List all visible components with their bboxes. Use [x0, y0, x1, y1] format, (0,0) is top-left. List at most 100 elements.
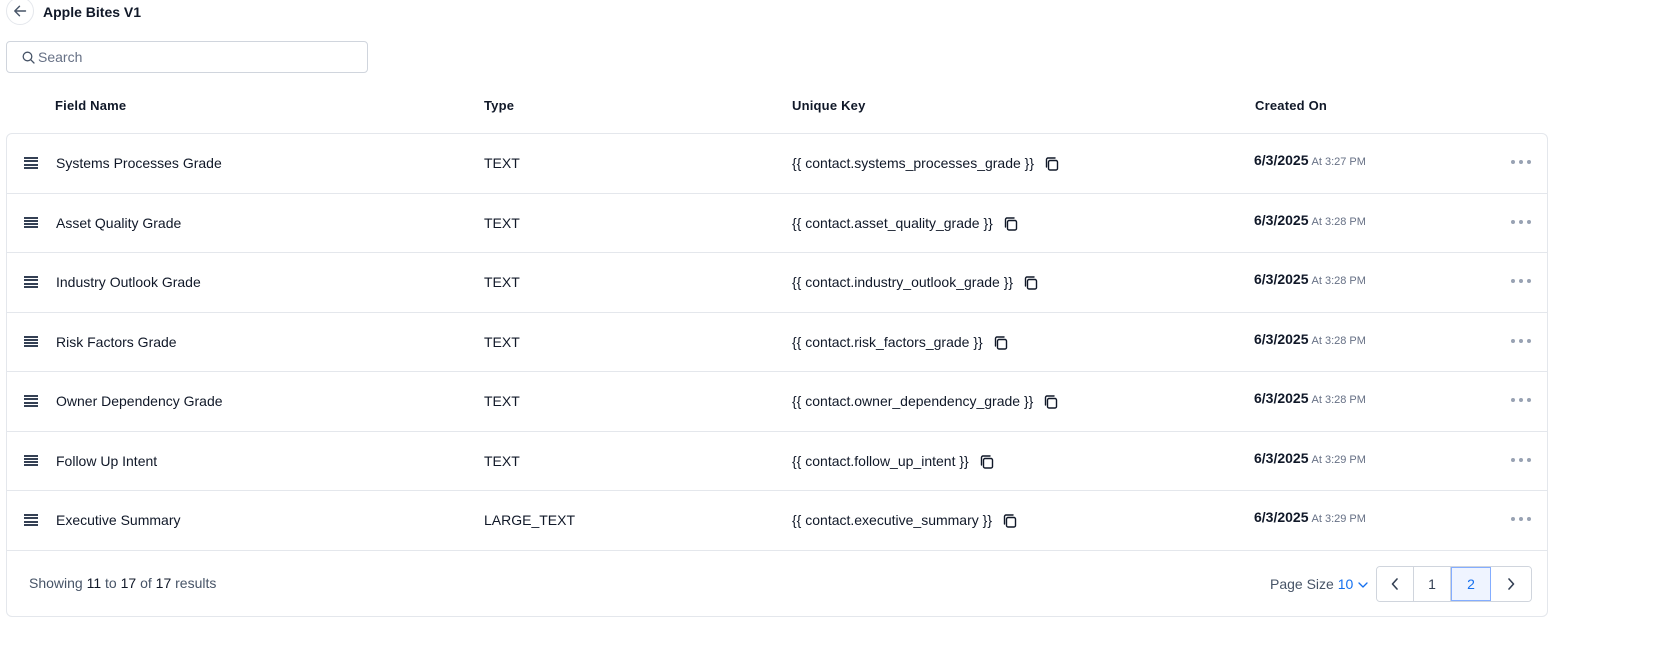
page-size-label: Page Size [1270, 576, 1334, 592]
field-name-cell: Asset Quality Grade [56, 214, 182, 231]
arrow-left-icon [14, 5, 27, 17]
copy-icon[interactable] [979, 454, 995, 470]
field-name-cell: Risk Factors Grade [56, 333, 177, 350]
created-on-cell: 6/3/2025 At 3:28 PM [1254, 212, 1366, 228]
unique-key-cell: {{ contact.owner_dependency_grade }} [792, 393, 1059, 409]
search-icon [22, 51, 35, 64]
drag-handle-icon[interactable] [24, 395, 38, 407]
field-name-cell: Owner Dependency Grade [56, 393, 223, 409]
copy-icon[interactable] [1043, 394, 1059, 410]
more-options-icon[interactable] [1511, 156, 1531, 168]
more-options-icon[interactable] [1511, 275, 1531, 287]
chevron-left-icon [1391, 578, 1398, 590]
drag-handle-icon[interactable] [24, 216, 38, 229]
created-time: At 3:29 PM [1311, 453, 1366, 466]
field-name-cell: Executive Summary [56, 512, 181, 528]
unique-key-text: {{ contact.risk_factors_grade }} [792, 333, 983, 350]
field-type-cell: LARGE_TEXT [484, 512, 576, 528]
page-title: Apple Bites V1 [43, 4, 142, 20]
created-date: 6/3/2025 [1254, 449, 1309, 466]
unique-key-text: {{ contact.follow_up_intent }} [792, 452, 969, 469]
next-page-button[interactable] [1491, 567, 1531, 601]
table-row[interactable]: Owner Dependency Grade TEXT {{ contact.o… [7, 372, 1547, 432]
unique-key-text: {{ contact.systems_processes_grade }} [792, 155, 1035, 171]
unique-key-cell: {{ contact.follow_up_intent }} [792, 453, 995, 469]
drag-handle-icon[interactable] [24, 335, 38, 348]
created-time: At 3:28 PM [1311, 275, 1366, 287]
drag-handle-icon[interactable] [24, 514, 38, 526]
more-options-icon[interactable] [1511, 454, 1531, 466]
column-header-unique-key[interactable]: Unique Key [792, 98, 866, 113]
field-type-cell: TEXT [484, 452, 520, 469]
created-date: 6/3/2025 [1254, 211, 1309, 228]
back-button[interactable] [6, 0, 34, 25]
more-options-icon[interactable] [1511, 335, 1531, 347]
copy-icon[interactable] [1023, 275, 1039, 291]
created-on-cell: 6/3/2025 At 3:28 PM [1254, 331, 1366, 347]
column-header-field-name[interactable]: Field Name [55, 98, 126, 113]
created-time: At 3:29 PM [1311, 513, 1366, 525]
table-row[interactable]: Industry Outlook Grade TEXT {{ contact.i… [7, 253, 1547, 313]
search-box[interactable] [6, 41, 368, 73]
unique-key-cell: {{ contact.industry_outlook_grade }} [792, 274, 1039, 290]
more-options-icon[interactable] [1511, 216, 1531, 228]
unique-key-cell: {{ contact.executive_summary }} [792, 512, 1018, 528]
custom-fields-table: Systems Processes Grade TEXT {{ contact.… [6, 133, 1548, 617]
unique-key-text: {{ contact.owner_dependency_grade }} [792, 393, 1034, 409]
created-time: At 3:28 PM [1311, 394, 1366, 406]
created-on-cell: 6/3/2025 At 3:27 PM [1254, 152, 1366, 168]
created-date: 6/3/2025 [1254, 509, 1309, 525]
more-options-icon[interactable] [1511, 513, 1531, 525]
chevron-right-icon [1508, 578, 1515, 590]
field-type-cell: TEXT [484, 393, 520, 409]
drag-handle-icon[interactable] [24, 276, 38, 288]
unique-key-text: {{ contact.industry_outlook_grade }} [792, 274, 1014, 290]
page-size-selector[interactable]: Page Size 10 [1270, 576, 1368, 592]
copy-icon[interactable] [1003, 216, 1019, 232]
unique-key-text: {{ contact.executive_summary }} [792, 512, 992, 528]
drag-handle-icon[interactable] [24, 157, 38, 169]
field-type-cell: TEXT [484, 214, 520, 231]
created-time: At 3:27 PM [1311, 156, 1366, 168]
column-header-created-on[interactable]: Created On [1255, 98, 1327, 113]
created-date: 6/3/2025 [1254, 271, 1309, 287]
created-date: 6/3/2025 [1254, 152, 1309, 168]
page-header: Apple Bites V1 [6, 0, 141, 26]
unique-key-cell: {{ contact.systems_processes_grade }} [792, 155, 1060, 171]
table-row[interactable]: Follow Up Intent TEXT {{ contact.follow_… [7, 432, 1547, 491]
results-summary: Showing 11 to 17 of 17 results [29, 575, 217, 591]
created-time: At 3:28 PM [1311, 215, 1366, 228]
unique-key-cell: {{ contact.risk_factors_grade }} [792, 334, 1009, 350]
field-type-cell: TEXT [484, 274, 520, 290]
column-header-type[interactable]: Type [484, 98, 514, 113]
field-name-cell: Systems Processes Grade [56, 155, 222, 171]
field-type-cell: TEXT [484, 155, 520, 171]
table-row[interactable]: Executive Summary LARGE_TEXT {{ contact.… [7, 491, 1547, 551]
more-options-icon[interactable] [1511, 394, 1531, 406]
created-on-cell: 6/3/2025 At 3:28 PM [1254, 271, 1366, 287]
created-on-cell: 6/3/2025 At 3:29 PM [1254, 450, 1366, 466]
copy-icon[interactable] [1044, 156, 1060, 172]
created-time: At 3:28 PM [1311, 334, 1366, 347]
unique-key-text: {{ contact.asset_quality_grade }} [792, 214, 993, 231]
table-row[interactable]: Risk Factors Grade TEXT {{ contact.risk_… [7, 313, 1547, 372]
table-row[interactable]: Asset Quality Grade TEXT {{ contact.asse… [7, 194, 1547, 253]
created-on-cell: 6/3/2025 At 3:29 PM [1254, 509, 1366, 525]
copy-icon[interactable] [993, 335, 1009, 351]
field-type-cell: TEXT [484, 333, 520, 350]
search-input[interactable] [38, 49, 358, 65]
page-button-1[interactable]: 1 [1414, 567, 1451, 601]
page-size-value[interactable]: 10 [1338, 576, 1354, 592]
created-date: 6/3/2025 [1254, 330, 1309, 347]
drag-handle-icon[interactable] [24, 454, 38, 467]
created-date: 6/3/2025 [1254, 390, 1309, 406]
field-name-cell: Follow Up Intent [56, 452, 158, 469]
table-row[interactable]: Systems Processes Grade TEXT {{ contact.… [7, 134, 1547, 194]
created-on-cell: 6/3/2025 At 3:28 PM [1254, 390, 1366, 406]
pagination: 1 2 [1376, 566, 1532, 602]
copy-icon[interactable] [1002, 513, 1018, 529]
page-button-2[interactable]: 2 [1451, 567, 1491, 601]
field-name-cell: Industry Outlook Grade [56, 274, 201, 290]
previous-page-button[interactable] [1377, 567, 1414, 601]
chevron-down-icon[interactable] [1358, 581, 1368, 589]
